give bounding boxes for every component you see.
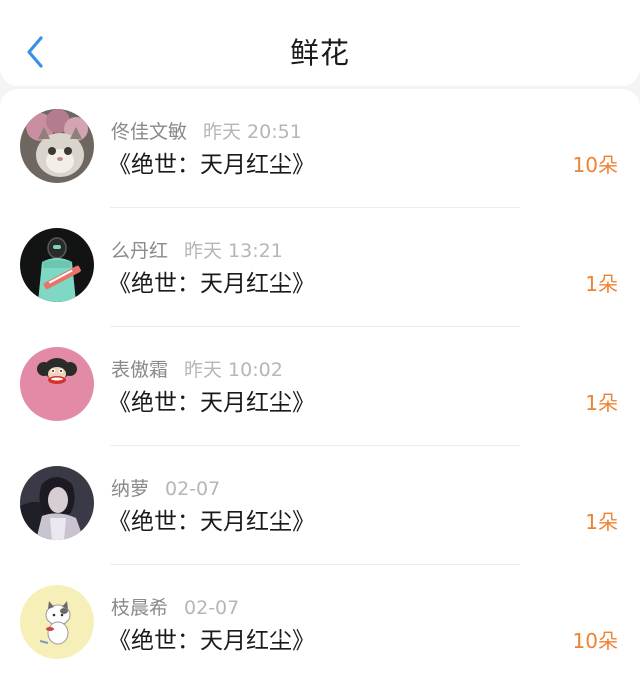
list-item[interactable]: 纳萝 02-07 《绝世：天月红尘》 1朵 — [0, 446, 640, 565]
gift-title: 《绝世：天月红尘》 — [108, 509, 315, 535]
timestamp: 昨天 10:02 — [184, 359, 283, 381]
page-title: 鲜花 — [289, 36, 350, 70]
gift-title: 《绝世：天月红尘》 — [108, 628, 315, 654]
flower-count: 10朵 — [572, 629, 618, 653]
list-item[interactable]: 佟佳文敏 昨天 20:51 《绝世：天月红尘》 10朵 — [0, 89, 640, 208]
flower-count: 1朵 — [585, 391, 618, 415]
user-name[interactable]: 表傲霜 — [111, 359, 168, 381]
kitten-avatar[interactable] — [20, 585, 94, 659]
timestamp: 02-07 — [165, 478, 221, 500]
list-item[interactable]: 枝晨希 02-07 《绝世：天月红尘》 10朵 — [0, 565, 640, 684]
user-name[interactable]: 枝晨希 — [111, 597, 168, 619]
astronaut-avatar[interactable] — [20, 228, 94, 302]
flower-count: 1朵 — [585, 510, 618, 534]
gift-title: 《绝世：天月红尘》 — [108, 271, 315, 297]
timestamp: 02-07 — [184, 597, 240, 619]
list-item[interactable]: 表傲霜 昨天 10:02 《绝世：天月红尘》 1朵 — [0, 327, 640, 446]
nav-header: 鲜花 — [0, 0, 640, 86]
user-name[interactable]: 纳萝 — [111, 478, 149, 500]
timestamp: 昨天 13:21 — [184, 240, 283, 262]
monkey-avatar[interactable] — [20, 347, 94, 421]
flower-count: 1朵 — [585, 272, 618, 296]
user-name[interactable]: 佟佳文敏 — [111, 121, 187, 143]
cat-avatar[interactable] — [20, 109, 94, 183]
user-name[interactable]: 么丹红 — [111, 240, 168, 262]
gift-title: 《绝世：天月红尘》 — [108, 152, 315, 178]
flower-list: 佟佳文敏 昨天 20:51 《绝世：天月红尘》 10朵 么丹红 昨天 13:21 《… — [0, 89, 640, 689]
anime-avatar[interactable] — [20, 466, 94, 540]
timestamp: 昨天 20:51 — [203, 121, 302, 143]
flower-count: 10朵 — [572, 153, 618, 177]
list-item[interactable]: 么丹红 昨天 13:21 《绝世：天月红尘》 1朵 — [0, 208, 640, 327]
gift-title: 《绝世：天月红尘》 — [108, 390, 315, 416]
